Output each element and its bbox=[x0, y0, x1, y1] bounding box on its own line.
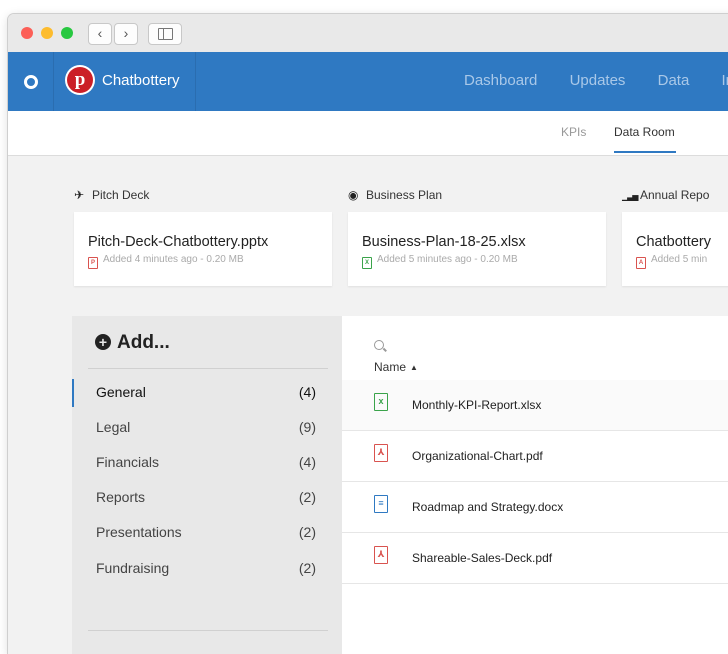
file-meta: P Added 4 minutes ago - 0.20 MB bbox=[88, 254, 244, 269]
tab-kpis[interactable]: KPIs bbox=[561, 125, 586, 139]
file-name[interactable]: Monthly-KPI-Report.xlsx bbox=[412, 398, 541, 412]
file-list-panel: Name ▲ x Monthly-KPI-Report.xlsx ⅄ Organi… bbox=[342, 316, 728, 654]
category-label: Pitch Deck bbox=[92, 188, 150, 202]
chevron-left-icon: ‹ bbox=[97, 25, 103, 41]
excel-file-icon: x bbox=[374, 393, 388, 411]
folder-count: (4) bbox=[298, 384, 316, 400]
pptx-file-icon: P bbox=[88, 257, 98, 269]
divider bbox=[88, 630, 328, 631]
browser-window: ‹ › p Chatbottery Dashboard Updates Data… bbox=[8, 14, 728, 654]
pinterest-icon: p bbox=[67, 67, 93, 93]
brand-logo[interactable]: p bbox=[65, 65, 95, 95]
table-row[interactable]: ⅄ Shareable-Sales-Deck.pdf bbox=[342, 533, 728, 584]
folder-label: Financials bbox=[96, 454, 160, 470]
featured-card-annual-report[interactable]: Chatbottery A Added 5 min bbox=[622, 212, 728, 286]
folder-count: (9) bbox=[298, 419, 316, 435]
folder-count: (2) bbox=[298, 489, 316, 505]
add-button[interactable]: + Add... bbox=[95, 332, 170, 354]
featured-card-pitch-deck[interactable]: Pitch-Deck-Chatbottery.pptx P Added 4 min… bbox=[74, 212, 332, 286]
folder-label: Reports bbox=[96, 489, 146, 505]
divider bbox=[53, 52, 54, 111]
top-navigation: p Chatbottery Dashboard Updates Data In bbox=[8, 52, 728, 111]
active-folder-indicator bbox=[72, 379, 74, 407]
sidebar-icon bbox=[158, 28, 173, 40]
folder-presentations[interactable]: Presentations (2) bbox=[96, 524, 316, 540]
divider bbox=[195, 52, 196, 111]
file-name[interactable]: Business-Plan-18-25.xlsx bbox=[362, 234, 526, 250]
folder-sidebar: + Add... General (4) Legal (9) Financials (4… bbox=[72, 316, 342, 654]
file-meta: X Added 5 minutes ago - 0.20 MB bbox=[362, 254, 518, 269]
folder-count: (2) bbox=[298, 524, 316, 540]
search-icon[interactable] bbox=[374, 340, 384, 350]
pdf-file-icon: A bbox=[636, 257, 646, 269]
category-pitch-deck: ✈ Pitch Deck bbox=[74, 188, 149, 202]
add-label: Add... bbox=[117, 332, 170, 353]
file-meta-text: Added 4 minutes ago - 0.20 MB bbox=[103, 254, 244, 265]
featured-card-business-plan[interactable]: Business-Plan-18-25.xlsx X Added 5 minute… bbox=[348, 212, 606, 286]
minimize-window-button[interactable] bbox=[41, 27, 53, 39]
folder-general[interactable]: General (4) bbox=[96, 384, 316, 400]
file-meta-text: Added 5 minutes ago - 0.20 MB bbox=[377, 254, 518, 265]
table-row[interactable]: ≡ Roadmap and Strategy.docx bbox=[342, 482, 728, 533]
chevron-right-icon: › bbox=[123, 25, 129, 41]
column-header-name[interactable]: Name ▲ bbox=[374, 360, 418, 374]
menu-item-investors[interactable]: In bbox=[721, 72, 728, 89]
folder-label: Fundraising bbox=[96, 560, 170, 576]
file-name[interactable]: Shareable-Sales-Deck.pdf bbox=[412, 551, 552, 565]
folder-count: (2) bbox=[298, 560, 316, 576]
close-window-button[interactable] bbox=[21, 27, 33, 39]
title-bar: ‹ › bbox=[8, 14, 728, 53]
sort-ascending-icon: ▲ bbox=[410, 363, 418, 372]
home-circle-icon[interactable] bbox=[24, 75, 38, 89]
tab-data-room[interactable]: Data Room bbox=[614, 125, 675, 139]
folder-label: Legal bbox=[96, 419, 131, 435]
file-name[interactable]: Pitch-Deck-Chatbottery.pptx bbox=[88, 234, 268, 250]
file-name[interactable]: Roadmap and Strategy.docx bbox=[412, 500, 563, 514]
main-menu: Dashboard Updates Data In bbox=[464, 72, 728, 89]
maximize-window-button[interactable] bbox=[61, 27, 73, 39]
folder-legal[interactable]: Legal (9) bbox=[96, 419, 316, 435]
bar-chart-icon: ▁▃▅ bbox=[622, 192, 638, 201]
active-tab-indicator bbox=[614, 151, 676, 153]
brand-name[interactable]: Chatbottery bbox=[102, 72, 180, 89]
category-annual-report: ▁▃▅ Annual Repo bbox=[622, 188, 709, 202]
folder-fundraising[interactable]: Fundraising (2) bbox=[96, 560, 316, 576]
file-list: x Monthly-KPI-Report.xlsx ⅄ Organization… bbox=[342, 380, 728, 584]
menu-item-dashboard[interactable]: Dashboard bbox=[464, 72, 537, 89]
menu-item-updates[interactable]: Updates bbox=[570, 72, 626, 89]
pdf-file-icon: ⅄ bbox=[374, 546, 388, 564]
back-button[interactable]: ‹ bbox=[88, 23, 112, 45]
plane-icon: ✈ bbox=[74, 188, 85, 202]
sidebar-toggle-button[interactable] bbox=[148, 23, 182, 45]
file-name[interactable]: Chatbottery bbox=[636, 234, 711, 250]
folder-financials[interactable]: Financials (4) bbox=[96, 454, 316, 470]
file-name[interactable]: Organizational-Chart.pdf bbox=[412, 449, 543, 463]
sub-navigation: KPIs Data Room bbox=[8, 111, 728, 156]
file-meta: A Added 5 min bbox=[636, 254, 707, 269]
folder-label: Presentations bbox=[96, 524, 182, 540]
table-row[interactable]: ⅄ Organizational-Chart.pdf bbox=[342, 431, 728, 482]
column-label: Name bbox=[374, 360, 407, 374]
file-meta-text: Added 5 min bbox=[651, 254, 708, 265]
menu-item-data[interactable]: Data bbox=[658, 72, 690, 89]
divider bbox=[88, 368, 328, 369]
category-label: Business Plan bbox=[366, 188, 443, 202]
xlsx-file-icon: X bbox=[362, 257, 372, 269]
category-label: Annual Repo bbox=[640, 188, 710, 202]
folder-label: General bbox=[96, 384, 146, 400]
category-business-plan: ◉ Business Plan bbox=[348, 188, 442, 202]
pdf-file-icon: ⅄ bbox=[374, 444, 388, 462]
word-file-icon: ≡ bbox=[374, 495, 388, 513]
plus-circle-icon: + bbox=[95, 334, 111, 350]
dashboard-icon: ◉ bbox=[348, 188, 359, 202]
table-row[interactable]: x Monthly-KPI-Report.xlsx bbox=[342, 380, 728, 431]
folder-reports[interactable]: Reports (2) bbox=[96, 489, 316, 505]
forward-button[interactable]: › bbox=[114, 23, 138, 45]
folder-count: (4) bbox=[298, 454, 316, 470]
